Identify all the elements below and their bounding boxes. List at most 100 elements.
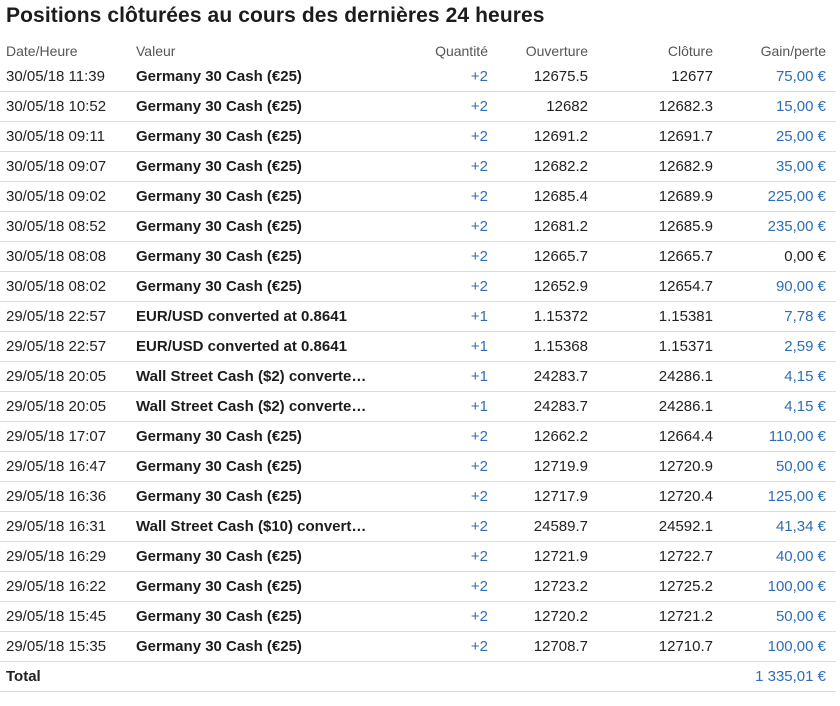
cell-valeur: Germany 30 Cash (€25) [136,121,398,152]
column-header-cloture[interactable]: Clôture [588,40,713,62]
table-row[interactable]: 30/05/18 08:02 Germany 30 Cash (€25) +2 126… [0,271,836,302]
cell-gain: 90,00 € [713,271,836,302]
cell-ouverture: 12682.2 [488,151,588,182]
cell-ouverture: 12682 [488,91,588,122]
column-header-date[interactable]: Date/Heure [0,40,136,62]
cell-date: 30/05/18 09:02 [0,181,136,212]
table-row[interactable]: 29/05/18 16:22 Germany 30 Cash (€25) +2 127… [0,571,836,602]
cell-cloture: 24286.1 [588,391,713,422]
cell-date: 30/05/18 09:11 [0,121,136,152]
cell-valeur: Germany 30 Cash (€25) [136,481,398,512]
cell-quantite: +2 [398,601,488,632]
page-title: Positions clôturées au cours des dernièr… [6,4,545,27]
table-row[interactable]: 30/05/18 08:52 Germany 30 Cash (€25) +2 126… [0,211,836,242]
table-row[interactable]: 30/05/18 09:02 Germany 30 Cash (€25) +2 126… [0,181,836,212]
cell-valeur: Germany 30 Cash (€25) [136,241,398,272]
cell-valeur: Wall Street Cash ($10) convert… [136,511,398,542]
table-row[interactable]: 29/05/18 17:07 Germany 30 Cash (€25) +2 126… [0,421,836,452]
cell-cloture: 24592.1 [588,511,713,542]
cell-date: 30/05/18 09:07 [0,151,136,182]
cell-date: 29/05/18 16:29 [0,541,136,572]
cell-valeur: Wall Street Cash ($2) converte… [136,391,398,422]
cell-gain: 4,15 € [713,361,836,392]
cell-date: 29/05/18 15:35 [0,631,136,662]
cell-ouverture: 12662.2 [488,421,588,452]
cell-valeur: Germany 30 Cash (€25) [136,541,398,572]
cell-gain: 0,00 € [713,241,836,272]
cell-valeur: Germany 30 Cash (€25) [136,211,398,242]
column-header-quantite[interactable]: Quantité [398,40,488,62]
cell-quantite: +2 [398,511,488,542]
cell-cloture: 12721.2 [588,601,713,632]
cell-quantite: +2 [398,241,488,272]
cell-gain: 25,00 € [713,121,836,152]
cell-date: 29/05/18 17:07 [0,421,136,452]
cell-valeur: EUR/USD converted at 0.8641 [136,331,398,362]
cell-cloture: 12725.2 [588,571,713,602]
total-label: Total [0,661,136,692]
table-row[interactable]: 29/05/18 20:05 Wall Street Cash ($2) conv… [0,361,836,392]
cell-ouverture: 12675.5 [488,62,588,92]
cell-quantite: +2 [398,121,488,152]
table-row[interactable]: 29/05/18 16:29 Germany 30 Cash (€25) +2 127… [0,541,836,572]
closed-positions-panel: Positions clôturées au cours des dernièr… [0,0,840,706]
table-row[interactable]: 30/05/18 11:39 Germany 30 Cash (€25) +2 126… [0,62,836,92]
cell-ouverture: 12723.2 [488,571,588,602]
cell-valeur: Germany 30 Cash (€25) [136,271,398,302]
cell-date: 30/05/18 10:52 [0,91,136,122]
cell-valeur: Germany 30 Cash (€25) [136,62,398,92]
cell-cloture: 12685.9 [588,211,713,242]
cell-gain: 100,00 € [713,571,836,602]
cell-gain: 35,00 € [713,151,836,182]
cell-cloture: 12720.4 [588,481,713,512]
table-row[interactable]: 30/05/18 09:07 Germany 30 Cash (€25) +2 126… [0,151,836,182]
table-row[interactable]: 29/05/18 16:36 Germany 30 Cash (€25) +2 127… [0,481,836,512]
cell-ouverture: 24589.7 [488,511,588,542]
cell-gain: 7,78 € [713,301,836,332]
cell-cloture: 12689.9 [588,181,713,212]
table-row[interactable]: 29/05/18 15:35 Germany 30 Cash (€25) +2 127… [0,631,836,662]
cell-cloture: 12677 [588,62,713,92]
column-header-gain[interactable]: Gain/perte [713,40,836,62]
table-row[interactable]: 29/05/18 16:47 Germany 30 Cash (€25) +2 127… [0,451,836,482]
table-row[interactable]: 29/05/18 22:57 EUR/USD converted at 0.864… [0,301,836,332]
cell-ouverture: 1.15372 [488,301,588,332]
cell-date: 29/05/18 16:31 [0,511,136,542]
total-empty-cell [398,661,488,692]
cell-date: 29/05/18 16:47 [0,451,136,482]
cell-gain: 100,00 € [713,631,836,662]
cell-cloture: 1.15371 [588,331,713,362]
table-row[interactable]: 29/05/18 22:57 EUR/USD converted at 0.864… [0,331,836,362]
table-row[interactable]: 30/05/18 08:08 Germany 30 Cash (€25) +2 126… [0,241,836,272]
table-body: 30/05/18 11:39 Germany 30 Cash (€25) +2 126… [0,62,836,662]
cell-ouverture: 24283.7 [488,391,588,422]
cell-quantite: +2 [398,451,488,482]
cell-quantite: +2 [398,421,488,452]
cell-valeur: Germany 30 Cash (€25) [136,421,398,452]
column-header-ouverture[interactable]: Ouverture [488,40,588,62]
cell-quantite: +2 [398,181,488,212]
cell-cloture: 12691.7 [588,121,713,152]
cell-valeur: EUR/USD converted at 0.8641 [136,301,398,332]
cell-date: 29/05/18 22:57 [0,331,136,362]
table-row[interactable]: 30/05/18 10:52 Germany 30 Cash (€25) +2 126… [0,91,836,122]
total-empty-cell [136,661,398,692]
table-row[interactable]: 29/05/18 16:31 Wall Street Cash ($10) con… [0,511,836,542]
cell-cloture: 24286.1 [588,361,713,392]
cell-quantite: +2 [398,62,488,92]
cell-cloture: 12665.7 [588,241,713,272]
cell-valeur: Germany 30 Cash (€25) [136,601,398,632]
cell-quantite: +1 [398,331,488,362]
table-row[interactable]: 29/05/18 20:05 Wall Street Cash ($2) conv… [0,391,836,422]
cell-gain: 50,00 € [713,451,836,482]
cell-date: 30/05/18 08:52 [0,211,136,242]
cell-quantite: +1 [398,301,488,332]
cell-ouverture: 12719.9 [488,451,588,482]
column-header-valeur[interactable]: Valeur [136,40,398,62]
table-row[interactable]: 29/05/18 15:45 Germany 30 Cash (€25) +2 127… [0,601,836,632]
cell-gain: 125,00 € [713,481,836,512]
cell-quantite: +2 [398,211,488,242]
cell-date: 29/05/18 16:36 [0,481,136,512]
cell-gain: 75,00 € [713,62,836,92]
table-row[interactable]: 30/05/18 09:11 Germany 30 Cash (€25) +2 126… [0,121,836,152]
